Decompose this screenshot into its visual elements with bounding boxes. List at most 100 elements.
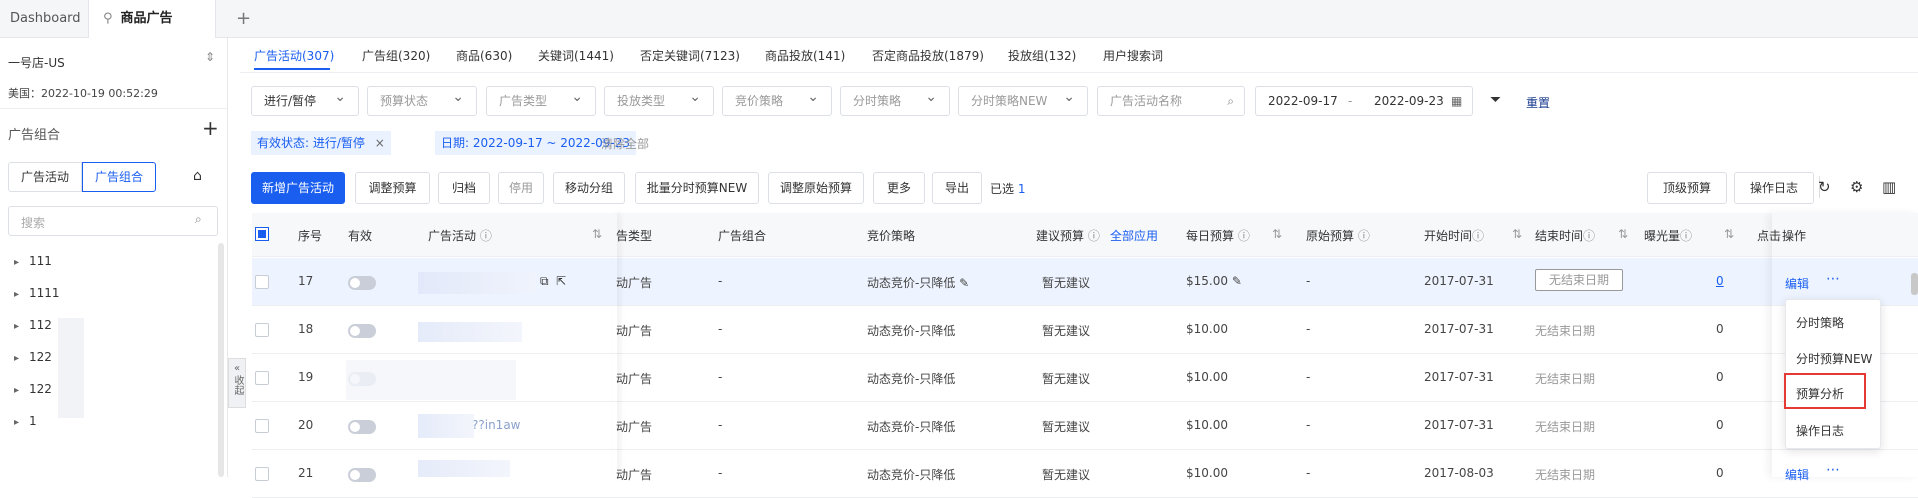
refresh-icon[interactable]: ↻: [1818, 178, 1831, 196]
external-link-icon[interactable]: ⇱: [556, 274, 566, 288]
edit-icon[interactable]: ✎: [1232, 274, 1242, 288]
home-icon[interactable]: ⌂: [193, 168, 202, 184]
tab-search-terms[interactable]: 用户搜索词: [1103, 47, 1163, 64]
campaign-name-input[interactable]: 广告活动名称 ⌕: [1097, 86, 1245, 116]
tree-item[interactable]: 111: [14, 254, 52, 268]
more-button[interactable]: 更多: [873, 172, 925, 204]
table-header: 序号 有效 广告活动 ⓘ ⇅ 告类型 广告组合 竞价策略 建议预算 ⓘ 全部应用…: [252, 213, 1918, 257]
row-checkbox[interactable]: [255, 419, 269, 433]
sidebar-scrollbar[interactable]: [218, 243, 224, 477]
sort-icon[interactable]: ⇅: [1618, 227, 1628, 241]
batch-time-budget-button[interactable]: 批量分时预算NEW: [635, 172, 759, 204]
tab-product-targeting[interactable]: 商品投放(141): [765, 47, 845, 64]
select-all-checkbox[interactable]: [255, 227, 269, 241]
redacted-name: [418, 272, 536, 294]
menu-item-time-strategy[interactable]: 分时策略: [1796, 314, 1844, 331]
menu-item-budget-analysis[interactable]: 预算分析: [1796, 385, 1844, 402]
disable-button[interactable]: 停用: [498, 172, 544, 204]
add-tab-button[interactable]: +: [226, 0, 261, 38]
menu-item-operation-log[interactable]: 操作日志: [1796, 422, 1844, 439]
operation-log-button[interactable]: 操作日志: [1734, 172, 1814, 204]
search-icon[interactable]: ⌕: [195, 212, 202, 227]
col-end[interactable]: 结束时间ⓘ: [1535, 227, 1595, 244]
tree-item[interactable]: 112: [14, 318, 52, 332]
redacted-name: [418, 460, 510, 477]
ad-type-filter[interactable]: 广告类型: [486, 83, 596, 116]
col-imp[interactable]: 曝光量ⓘ: [1644, 227, 1692, 244]
status-chip[interactable]: 有效状态: 进行/暂停 ×: [251, 131, 391, 155]
more-actions-icon[interactable]: ⋯: [1826, 271, 1840, 287]
impressions-link[interactable]: 0: [1716, 274, 1724, 288]
move-group-button[interactable]: 移动分组: [553, 172, 625, 204]
copy-icon[interactable]: ⧉: [540, 274, 549, 289]
valid-toggle[interactable]: [348, 276, 376, 290]
edit-link[interactable]: 编辑: [1785, 466, 1809, 483]
tree-item[interactable]: 1: [14, 414, 37, 428]
new-campaign-button[interactable]: 新增广告活动: [251, 172, 345, 204]
tab-dashboard[interactable]: Dashboard: [0, 0, 91, 38]
more-actions-icon[interactable]: ⋯: [1826, 462, 1840, 478]
gear-icon[interactable]: ⚙: [1850, 178, 1863, 196]
tree-item[interactable]: 122: [14, 382, 52, 396]
valid-toggle[interactable]: [348, 420, 376, 434]
tab-keywords[interactable]: 关键词(1441): [538, 47, 614, 64]
tree-item[interactable]: 122: [14, 350, 52, 364]
store-selector[interactable]: 一号店-US: [8, 54, 65, 71]
tab-products[interactable]: 商品(630): [456, 47, 512, 64]
tab-negative-keywords[interactable]: 否定关键词(7123): [640, 47, 740, 64]
seg-portfolio[interactable]: 广告组合: [82, 162, 156, 192]
reset-button[interactable]: 重置: [1526, 94, 1550, 111]
target-type-filter[interactable]: 投放类型: [604, 83, 714, 116]
help-icon: ⓘ: [1583, 229, 1596, 243]
sort-icon[interactable]: ⇅: [1512, 227, 1522, 241]
sort-icon[interactable]: ⇅: [1724, 227, 1734, 241]
end-date-input[interactable]: 无结束日期: [1535, 269, 1623, 291]
seg-campaign[interactable]: 广告活动: [8, 162, 82, 192]
time-strategy-new-filter[interactable]: 分时策略NEW: [958, 83, 1088, 116]
filter-icon[interactable]: ⏷: [1490, 92, 1501, 108]
pin-icon[interactable]: ⚲: [103, 11, 113, 26]
archive-button[interactable]: 归档: [438, 172, 490, 204]
tab-target-groups[interactable]: 投放组(132): [1008, 47, 1076, 64]
columns-icon[interactable]: ▥: [1882, 178, 1896, 196]
search-input[interactable]: 搜索 ⌕: [8, 206, 218, 236]
valid-toggle[interactable]: [348, 324, 376, 338]
apply-all-link[interactable]: 全部应用: [1110, 227, 1158, 244]
add-group-button[interactable]: +: [202, 116, 219, 140]
table-row[interactable]: 20 ??in1aw 动广告 - 动态竞价-只降低 暂无建议 $10.00 - …: [252, 402, 1918, 450]
adjust-budget-button[interactable]: 调整预算: [355, 172, 430, 204]
tab-campaigns[interactable]: 广告活动(307): [254, 47, 334, 64]
menu-item-time-budget-new[interactable]: 分时预算NEW: [1796, 350, 1872, 367]
budget-status-filter[interactable]: 预算状态: [367, 83, 477, 116]
help-icon: ⓘ: [1237, 229, 1250, 243]
time-strategy-filter[interactable]: 分时策略: [840, 83, 950, 116]
sort-icon[interactable]: ⇅: [592, 227, 602, 241]
edit-icon[interactable]: ✎: [959, 276, 969, 290]
close-icon[interactable]: ×: [375, 136, 385, 150]
top-budget-button[interactable]: 顶级预算: [1647, 172, 1727, 204]
clear-all-link[interactable]: 清除全部: [601, 135, 649, 152]
row-checkbox[interactable]: [255, 323, 269, 337]
bid-strategy-filter[interactable]: 竞价策略: [722, 83, 832, 116]
row-checkbox[interactable]: [255, 275, 269, 289]
date-range-picker[interactable]: 2022-09-17 - 2022-09-23 ▦: [1255, 86, 1473, 116]
row-checkbox[interactable]: [255, 371, 269, 385]
tab-adgroups[interactable]: 广告组(320): [362, 47, 430, 64]
collapse-button[interactable]: «收起: [228, 358, 246, 408]
selected-count: 已选 1: [990, 182, 1026, 196]
col-daily[interactable]: 每日预算 ⓘ: [1186, 227, 1250, 244]
sort-icon[interactable]: ⇅: [1272, 227, 1282, 241]
valid-toggle[interactable]: [348, 468, 376, 482]
tab-product-ads[interactable]: ⚲ 商品广告: [88, 0, 216, 38]
col-start[interactable]: 开始时间ⓘ: [1424, 227, 1484, 244]
tree-item[interactable]: 1111: [14, 286, 60, 300]
export-button[interactable]: 导出: [932, 172, 982, 204]
row-checkbox[interactable]: [255, 467, 269, 481]
edit-link[interactable]: 编辑: [1785, 275, 1809, 292]
status-filter[interactable]: 进行/暂停: [251, 83, 359, 116]
adjust-original-budget-button[interactable]: 调整原始预算: [768, 172, 864, 204]
col-campaign[interactable]: 广告活动 ⓘ: [428, 227, 492, 244]
table-scrollbar[interactable]: [1911, 273, 1918, 295]
chevron-updown-icon[interactable]: ⇕: [205, 50, 215, 64]
tab-negative-product-targeting[interactable]: 否定商品投放(1879): [872, 47, 984, 64]
